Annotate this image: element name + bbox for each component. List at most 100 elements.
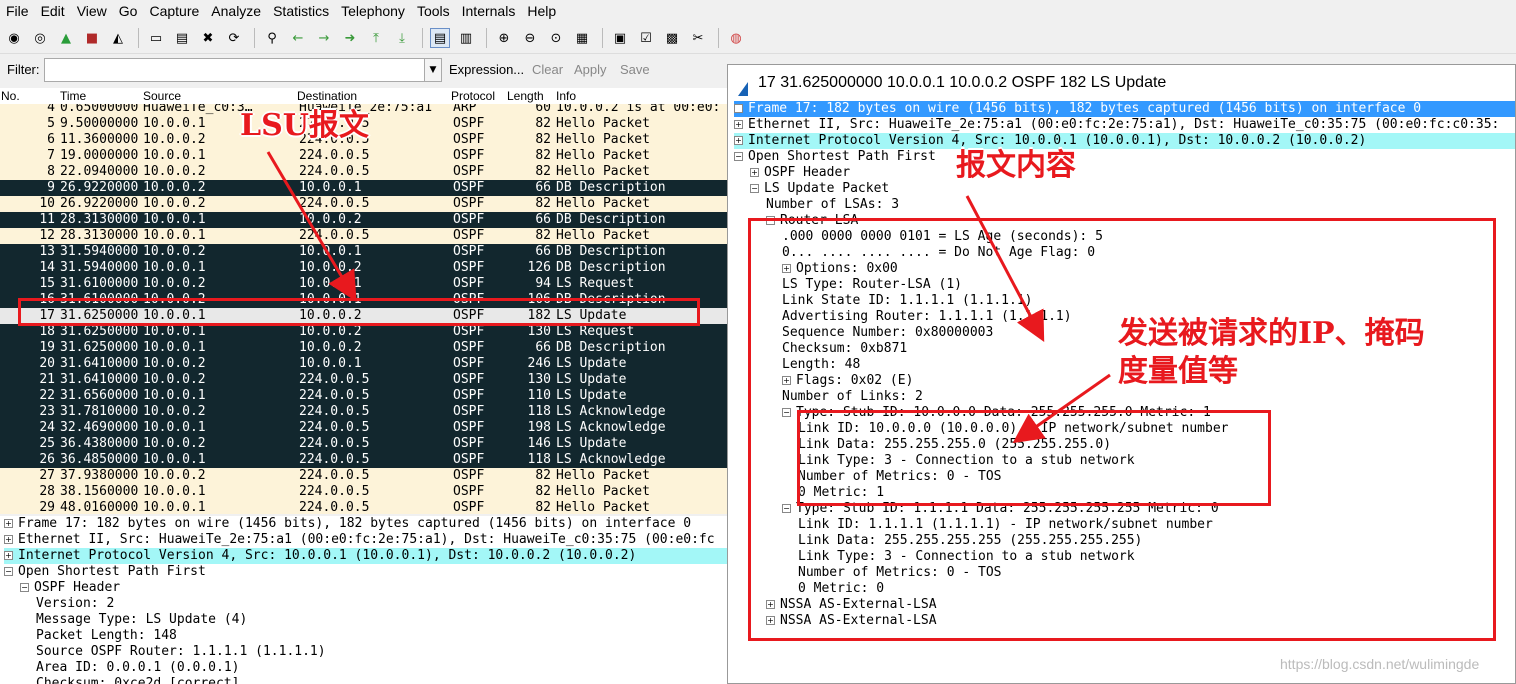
interface-list-icon[interactable]: ◉ (4, 28, 24, 48)
save-file-icon[interactable]: ▤ (172, 28, 192, 48)
tree-node[interactable]: + Frame 17: 182 bytes on wire (1456 bits)… (4, 516, 691, 532)
packet-row[interactable]: 18 31.6250000 10.0.0.1 10.0.0.2 OSPF 130 LS Re… (0, 324, 728, 340)
tree-node[interactable]: + Internet Protocol Version 4, Src: 10.0.… (4, 548, 728, 564)
menu-file[interactable]: File (6, 3, 29, 19)
packet-row[interactable]: 25 36.4380000 10.0.0.2 224.0.0.5 OSPF 146 LS U… (0, 436, 728, 452)
normal-size-icon[interactable]: ⊙ (546, 28, 566, 48)
menu-edit[interactable]: Edit (41, 3, 65, 19)
save-button[interactable]: Save (620, 62, 650, 77)
packet-row[interactable]: 22 31.6560000 10.0.0.1 224.0.0.5 OSPF 110 LS U… (0, 388, 728, 404)
tree-node-label: Number of LSAs: 3 (766, 197, 900, 212)
forward-icon[interactable]: → (314, 28, 334, 48)
packet-row[interactable]: 15 31.6100000 10.0.0.2 10.0.0.1 OSPF 94 LS Req… (0, 276, 728, 292)
coloring-rules-icon[interactable]: ▩ (662, 28, 682, 48)
go-to-packet-icon[interactable]: ➜ (340, 28, 360, 48)
menu-go[interactable]: Go (119, 3, 138, 19)
tree-node[interactable]: + Frame 17: 182 bytes on wire (1456 bits)… (734, 101, 1515, 117)
menu-internals[interactable]: Internals (462, 3, 516, 19)
tree-node[interactable]: + Internet Protocol Version 4, Src: 10.0.… (734, 133, 1515, 149)
packet-row[interactable]: 10 26.9220000 10.0.0.2 224.0.0.5 OSPF 82 Hello… (0, 196, 728, 212)
first-packet-icon[interactable]: ⤒ (366, 28, 386, 48)
tree-node[interactable]: − Open Shortest Path First (734, 149, 936, 165)
filter-input[interactable] (44, 58, 426, 82)
find-icon[interactable]: ⚲ (262, 28, 282, 48)
packet-row[interactable]: 29 48.0160000 10.0.0.1 224.0.0.5 OSPF 82 Hello… (0, 500, 728, 514)
back-icon[interactable]: ← (288, 28, 308, 48)
packet-row[interactable]: 8 22.0940000 10.0.0.2 224.0.0.5 OSPF 82 Hello … (0, 164, 728, 180)
tree-node[interactable]: + OSPF Header (750, 165, 850, 181)
start-capture-icon[interactable]: ▲ (56, 28, 76, 48)
packet-no: 10 (39, 196, 55, 211)
expand-icon[interactable]: + (4, 551, 13, 560)
help-icon[interactable]: ◍ (726, 28, 746, 48)
collapse-icon[interactable]: − (4, 567, 13, 576)
packet-row[interactable]: 27 37.9380000 10.0.0.2 224.0.0.5 OSPF 82 Hello… (0, 468, 728, 484)
menu-view[interactable]: View (77, 3, 107, 19)
expand-icon[interactable]: + (734, 120, 743, 129)
col-info[interactable]: Info (556, 89, 576, 103)
reload-icon[interactable]: ⟳ (224, 28, 244, 48)
menu-statistics[interactable]: Statistics (273, 3, 329, 19)
autoscroll-icon[interactable]: ▥ (456, 28, 476, 48)
apply-button[interactable]: Apply (574, 62, 607, 77)
packet-row[interactable]: 9 26.9220000 10.0.0.2 10.0.0.1 OSPF 66 DB Desc… (0, 180, 728, 196)
col-length[interactable]: Length (507, 89, 544, 103)
menu-capture[interactable]: Capture (149, 3, 199, 19)
collapse-icon[interactable]: − (20, 583, 29, 592)
zoom-out-icon[interactable]: ⊖ (520, 28, 540, 48)
expression-button[interactable]: Expression... (449, 62, 524, 77)
zoom-in-icon[interactable]: ⊕ (494, 28, 514, 48)
packet-destination: 10.0.0.1 (299, 276, 362, 291)
colorize-icon[interactable]: ▤ (430, 28, 450, 48)
clear-button[interactable]: Clear (532, 62, 563, 77)
close-file-icon[interactable]: ✖ (198, 28, 218, 48)
menu-analyze[interactable]: Analyze (211, 3, 261, 19)
packet-row[interactable]: 26 36.4850000 10.0.0.1 224.0.0.5 OSPF 118 LS A… (0, 452, 728, 468)
expand-icon[interactable]: + (734, 136, 743, 145)
packet-row[interactable]: 20 31.6410000 10.0.0.2 10.0.0.1 OSPF 246 LS Up… (0, 356, 728, 372)
expand-icon[interactable]: + (734, 104, 743, 113)
stop-capture-icon[interactable]: ■ (82, 28, 102, 48)
packet-row[interactable]: 13 31.5940000 10.0.0.2 10.0.0.1 OSPF 66 DB Des… (0, 244, 728, 260)
packet-time: 9.50000000 (60, 116, 139, 131)
menu-telephony[interactable]: Telephony (341, 3, 405, 19)
packet-row[interactable]: 11 28.3130000 10.0.0.1 10.0.0.2 OSPF 66 DB Des… (0, 212, 728, 228)
expand-icon[interactable]: + (4, 535, 13, 544)
preferences-icon[interactable]: ✂ (688, 28, 708, 48)
expand-icon[interactable]: + (4, 519, 13, 528)
packet-row[interactable]: 14 31.5940000 10.0.0.1 10.0.0.2 OSPF 126 DB De… (0, 260, 728, 276)
packet-info: DB Description (556, 212, 666, 227)
resize-columns-icon[interactable]: ▦ (572, 28, 592, 48)
restart-capture-icon[interactable]: ◭ (108, 28, 128, 48)
tree-node[interactable]: − LS Update Packet (750, 181, 889, 197)
capture-options-icon[interactable]: ◎ (30, 28, 50, 48)
capture-filters-icon[interactable]: ▣ (610, 28, 630, 48)
packet-no: 20 (39, 356, 55, 371)
tree-node[interactable]: + Ethernet II, Src: HuaweiTe_2e:75:a1 (00… (4, 532, 715, 548)
tree-node[interactable]: + Ethernet II, Src: HuaweiTe_2e:75:a1 (00… (734, 117, 1499, 133)
tree-node[interactable]: − Open Shortest Path First (4, 564, 206, 580)
display-filters-icon[interactable]: ☑ (636, 28, 656, 48)
tree-node[interactable]: − OSPF Header (20, 580, 120, 596)
packet-row[interactable]: 23 31.7810000 10.0.0.2 224.0.0.5 OSPF 118 LS A… (0, 404, 728, 420)
collapse-icon[interactable]: − (750, 184, 759, 193)
col-source[interactable]: Source (143, 89, 181, 103)
last-packet-icon[interactable]: ⤓ (392, 28, 412, 48)
menu-tools[interactable]: Tools (417, 3, 450, 19)
packet-row[interactable]: 28 38.1560000 10.0.0.1 224.0.0.5 OSPF 82 Hello… (0, 484, 728, 500)
packet-row[interactable]: 7 19.0000000 10.0.0.1 224.0.0.5 OSPF 82 Hello … (0, 148, 728, 164)
packet-time: 31.6560000 (60, 388, 139, 403)
packet-row[interactable]: 19 31.6250000 10.0.0.1 10.0.0.2 OSPF 66 DB Des… (0, 340, 728, 356)
col-time[interactable]: Time (60, 89, 86, 103)
packet-destination: 10.0.0.1 (299, 180, 362, 195)
col-no[interactable]: No. (1, 89, 20, 103)
collapse-icon[interactable]: − (734, 152, 743, 161)
expand-icon[interactable]: + (750, 168, 759, 177)
packet-row[interactable]: 12 28.3130000 10.0.0.1 224.0.0.5 OSPF 82 Hello… (0, 228, 728, 244)
open-file-icon[interactable]: ▭ (146, 28, 166, 48)
menu-help[interactable]: Help (527, 3, 556, 19)
packet-row[interactable]: 21 31.6410000 10.0.0.2 224.0.0.5 OSPF 130 LS U… (0, 372, 728, 388)
col-protocol[interactable]: Protocol (451, 89, 495, 103)
packet-row[interactable]: 24 32.4690000 10.0.0.1 224.0.0.5 OSPF 198 LS A… (0, 420, 728, 436)
filter-dropdown-button[interactable]: ▼ (424, 58, 442, 82)
